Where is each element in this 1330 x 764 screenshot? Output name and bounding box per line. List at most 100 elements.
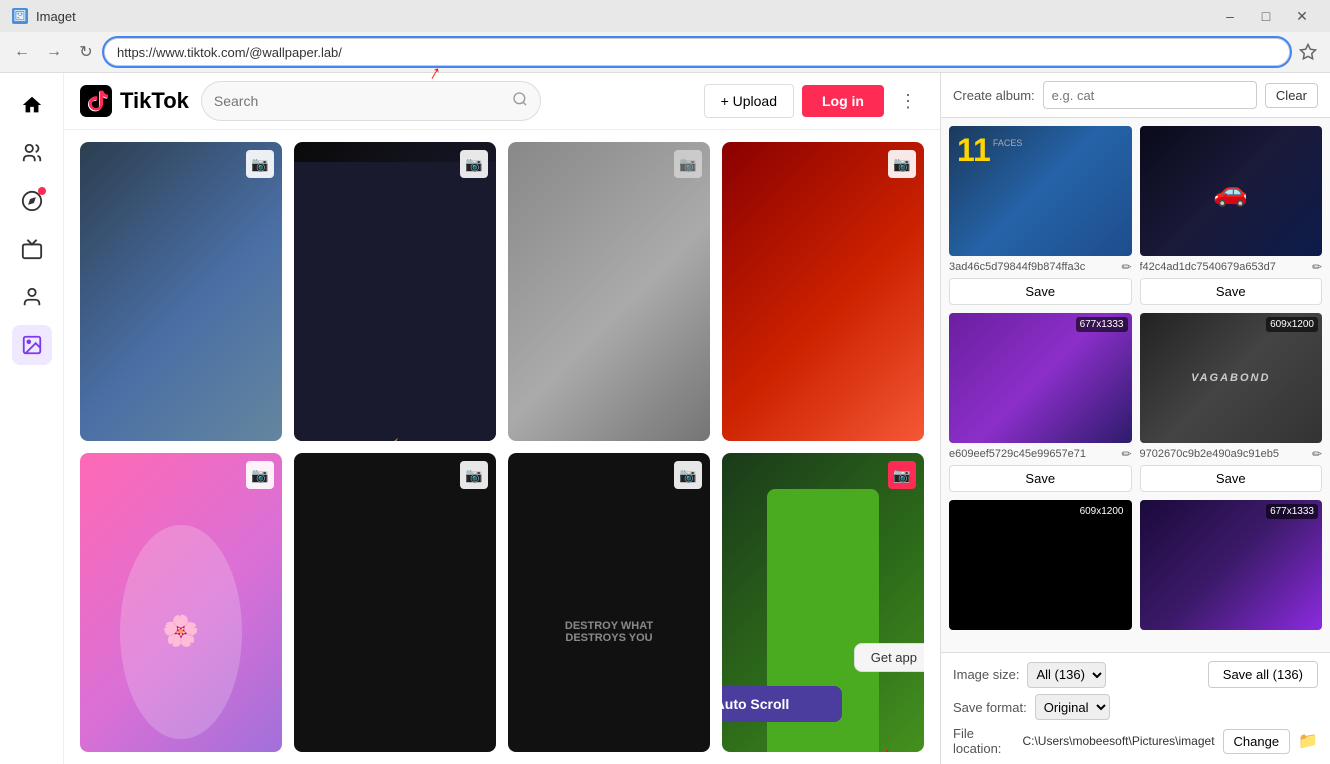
folder-icon[interactable]: 📁 [1298, 731, 1318, 751]
edit-icon[interactable]: ✏ [1121, 447, 1131, 461]
image-preview: VAGABOND 609x1200 [1140, 313, 1323, 443]
save-button[interactable]: Save [1140, 465, 1323, 492]
tiktok-sidebar [0, 73, 64, 764]
app-icon: 🖼 [12, 8, 28, 24]
img-dim-badge: 677x1333 [1076, 317, 1128, 332]
maximize-button[interactable]: □ [1250, 4, 1282, 28]
extensions-button[interactable] [1294, 38, 1322, 66]
save-to-imaget-icon[interactable]: 📷 [460, 461, 488, 489]
notif-dot [38, 187, 46, 195]
img-dim-badge: 609x1200 [1266, 317, 1318, 332]
sidebar-item-explore[interactable] [12, 181, 52, 221]
search-input[interactable] [214, 93, 504, 109]
image-preview: 609x1200 [949, 500, 1132, 630]
img-hash: 9702670c9b2e490a9c91eb5 [1140, 448, 1308, 460]
save-button[interactable]: Save [949, 278, 1132, 305]
edit-icon[interactable]: ✏ [1121, 260, 1131, 274]
save-to-imaget-icon[interactable]: 📷 [888, 461, 916, 489]
image-size-row: Image size: All (136) Save all (136) [953, 661, 1318, 688]
video-card[interactable]: 📷 ▶ 73.9K #fyp #wallpaper ... [80, 142, 282, 441]
header-actions: + Upload Log in ⋮ [704, 84, 924, 118]
image-preview: 677x1333 [1140, 500, 1323, 630]
video-grid: 📷 ▶ 73.9K #fyp #wallpaper ... ⚡ 📷 ▶ 86K … [64, 130, 940, 764]
change-button[interactable]: Change [1223, 729, 1291, 754]
imaget-panel: Create album: Clear 11 FACES 3ad46c5d798… [940, 73, 1330, 764]
img-hash-row: f42c4ad1dc7540679a653d7 ✏ [1140, 260, 1323, 274]
image-row: 609x1200 677x1333 [949, 500, 1322, 630]
video-card[interactable]: 📷 ▶ 91.2K #fyp #wallpaper ... [508, 142, 710, 441]
save-to-imaget-icon[interactable]: 📷 [674, 461, 702, 489]
image-row: 11 FACES 3ad46c5d79844f9b874ffa3c ✏ Save… [949, 126, 1322, 305]
url-bar[interactable] [104, 38, 1290, 66]
image-size-label: Image size: [953, 667, 1019, 682]
imaget-images: 11 FACES 3ad46c5d79844f9b874ffa3c ✏ Save… [941, 118, 1330, 652]
title-bar: 🖼 Imaget – □ ✕ [0, 0, 1330, 32]
nav-bar: ← → ↻ [0, 32, 1330, 72]
save-to-imaget-icon[interactable]: 📷 [246, 461, 274, 489]
login-button[interactable]: Log in [802, 85, 884, 117]
image-preview: 677x1333 [949, 313, 1132, 443]
img-hash-row: 3ad46c5d79844f9b874ffa3c ✏ [949, 260, 1132, 274]
imaget-bottom: Image size: All (136) Save all (136) Sav… [941, 652, 1330, 764]
tiktok-search-bar[interactable] [201, 81, 541, 121]
tiktok-content: TikTok + Upload Log in ⋮ 📷 ▶ 73 [64, 73, 940, 764]
album-input[interactable] [1043, 81, 1257, 109]
save-format-label: Save format: [953, 700, 1027, 715]
edit-icon[interactable]: ✏ [1312, 447, 1322, 461]
minimize-button[interactable]: – [1214, 4, 1246, 28]
save-to-imaget-icon[interactable]: 📷 [674, 150, 702, 178]
edit-icon[interactable]: ✏ [1312, 260, 1322, 274]
video-card[interactable]: ⚡ 📷 ▶ 86K #fyp #wallpaper ... [294, 142, 496, 441]
video-card[interactable]: DESTROY WHATDESTROYS YOU 📷 ▶ 70.1K #fyp … [508, 453, 710, 752]
file-location-label: File location: [953, 726, 1014, 756]
video-card[interactable]: 🌸 📷 ▶ 206.2K #fyp #wallpaper ... [80, 453, 282, 752]
save-button[interactable]: Save [1140, 278, 1323, 305]
image-item: 609x1200 [949, 500, 1132, 630]
save-format-row: Save format: Original [953, 694, 1318, 720]
image-item: 677x1333 [1140, 500, 1323, 630]
image-item: 11 FACES 3ad46c5d79844f9b874ffa3c ✏ Save [949, 126, 1132, 305]
sidebar-item-home[interactable] [12, 85, 52, 125]
save-button[interactable]: Save [949, 465, 1132, 492]
sidebar-item-imaget[interactable] [12, 325, 52, 365]
search-icon [512, 91, 528, 112]
save-to-imaget-icon[interactable]: 📷 [246, 150, 274, 178]
back-button[interactable]: ← [8, 38, 36, 66]
format-select[interactable]: Original [1035, 694, 1110, 720]
video-card[interactable]: 📷 ▶ 90.1K #fyp #w... Get app Auto Scroll… [722, 453, 924, 752]
auto-scroll-button[interactable]: Auto Scroll [722, 686, 842, 722]
image-preview: 11 FACES [949, 126, 1132, 256]
main-container: TikTok + Upload Log in ⋮ 📷 ▶ 73 [0, 73, 1330, 764]
img-dim-badge: 609x1200 [1076, 504, 1128, 519]
tiktok-header: TikTok + Upload Log in ⋮ [64, 73, 940, 130]
clear-button[interactable]: Clear [1265, 83, 1318, 108]
get-app-popup[interactable]: Get app [854, 643, 924, 672]
sidebar-item-friends[interactable] [12, 133, 52, 173]
sidebar-item-live[interactable] [12, 229, 52, 269]
upload-button[interactable]: + Upload [704, 84, 794, 118]
video-card[interactable]: 📷 ▶ 64.6K Hope this reaches the ... [294, 453, 496, 752]
more-button[interactable]: ⋮ [892, 85, 924, 117]
forward-button[interactable]: → [40, 38, 68, 66]
close-button[interactable]: ✕ [1286, 4, 1318, 28]
img-dim-badge: 677x1333 [1266, 504, 1318, 519]
img-hash: e609eef5729c45e99657e71 [949, 448, 1117, 460]
img-hash-row: e609eef5729c45e99657e71 ✏ [949, 447, 1132, 461]
img-hash: f42c4ad1dc7540679a653d7 [1140, 261, 1308, 273]
save-to-imaget-icon[interactable]: 📷 [888, 150, 916, 178]
file-location-row: File location: C:\Users\mobeesoft\Pictur… [953, 726, 1318, 756]
image-item: 🚗 f42c4ad1dc7540679a653d7 ✏ Save [1140, 126, 1323, 305]
video-card[interactable]: 📷 ▶ 63.8K ❤ #fyp #wallpaper ... [722, 142, 924, 441]
image-row: 677x1333 e609eef5729c45e99657e71 ✏ Save … [949, 313, 1322, 492]
img-hash: 3ad46c5d79844f9b874ffa3c [949, 261, 1117, 273]
reload-button[interactable]: ↻ [72, 38, 100, 66]
create-album-label: Create album: [953, 88, 1035, 103]
sidebar-item-profile[interactable] [12, 277, 52, 317]
image-item: VAGABOND 609x1200 9702670c9b2e490a9c91eb… [1140, 313, 1323, 492]
size-select[interactable]: All (136) [1027, 662, 1106, 688]
save-all-button[interactable]: Save all (136) [1208, 661, 1318, 688]
img-hash-row: 9702670c9b2e490a9c91eb5 ✏ [1140, 447, 1323, 461]
save-to-imaget-icon[interactable]: 📷 [460, 150, 488, 178]
imaget-top: Create album: Clear [941, 73, 1330, 118]
image-preview: 🚗 [1140, 126, 1323, 256]
